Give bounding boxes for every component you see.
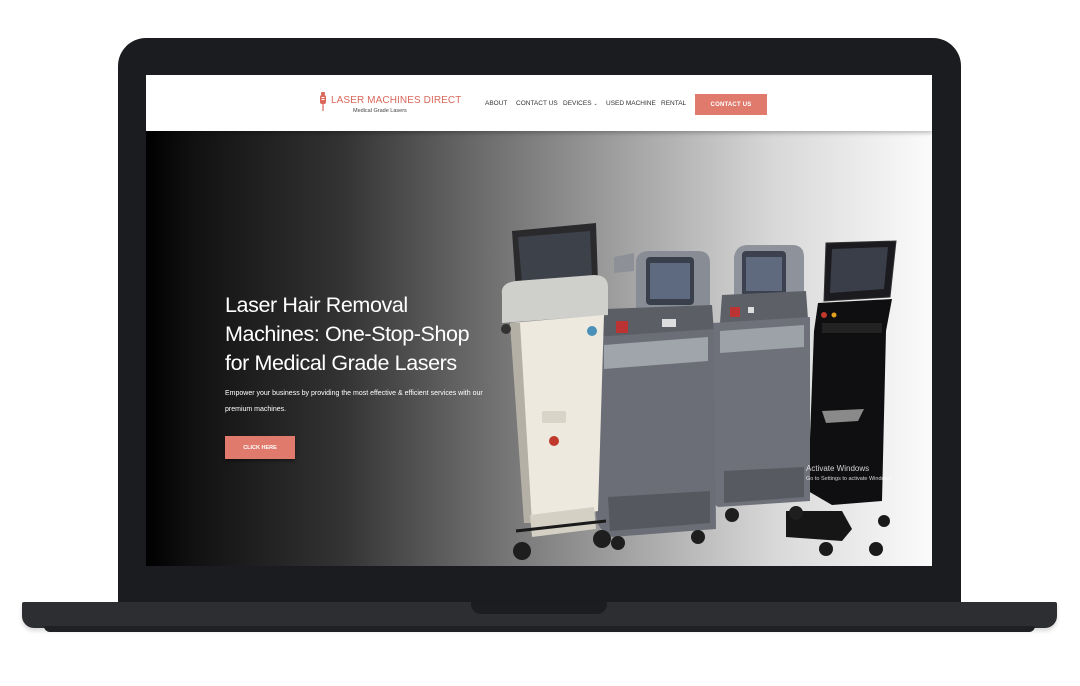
nav-item-devices-label: DEVICES: [563, 100, 592, 107]
nav-item-contact-us[interactable]: CONTACT US: [516, 100, 558, 107]
hero-subtitle: Empower your business by providing the m…: [225, 390, 483, 413]
machine-gray-right: [710, 245, 810, 522]
logo-title: LASER MACHINES DIRECT: [331, 95, 462, 106]
nav-item-about[interactable]: ABOUT: [485, 100, 507, 107]
nav-item-rental[interactable]: RENTAL: [661, 100, 686, 107]
nav-item-devices[interactable]: DEVICES ⌄: [563, 100, 598, 107]
machine-gray-left: [594, 251, 716, 550]
machine-white: [501, 223, 611, 560]
laptop-base-foot: [44, 626, 1035, 632]
activate-windows-subtitle: Go to Settings to activate Windows.: [806, 476, 893, 482]
hero-click-here-button[interactable]: CLICK HERE: [225, 436, 295, 459]
header-contact-button[interactable]: CONTACT US: [695, 94, 767, 115]
laptop-notch: [471, 602, 607, 614]
laser-logo-icon: [320, 92, 326, 111]
site-header: LASER MACHINES DIRECT Medical Grade Lase…: [146, 75, 932, 131]
laser-machines-image: [501, 223, 897, 560]
hero-title: Laser Hair Removal Machines: One-Stop-Sh…: [225, 293, 470, 375]
laptop-screen: LASER MACHINES DIRECT Medical Grade Lase…: [146, 75, 932, 566]
nav-item-used-machine[interactable]: USED MACHINE: [606, 100, 656, 107]
activate-windows-title: Activate Windows: [806, 464, 870, 473]
chevron-down-icon: ⌄: [593, 101, 598, 107]
logo-subtitle: Medical Grade Lasers: [353, 108, 407, 114]
